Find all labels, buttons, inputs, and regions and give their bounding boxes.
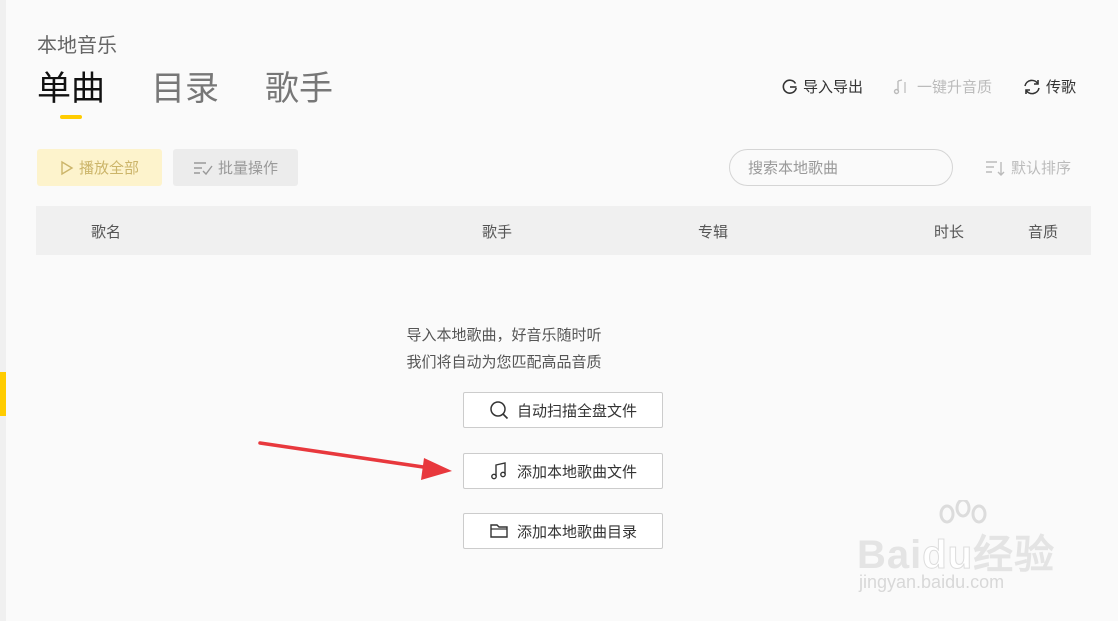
watermark-brand-a: Bai — [857, 533, 923, 577]
watermark-url: jingyan.baidu.com — [859, 572, 1005, 592]
watermark-brand-c: 经验 — [973, 533, 1056, 577]
baidu-jingyan-watermark: Baidu经验 jingyan.baidu.com — [853, 500, 1063, 600]
watermark-brand-b: du — [922, 533, 974, 578]
